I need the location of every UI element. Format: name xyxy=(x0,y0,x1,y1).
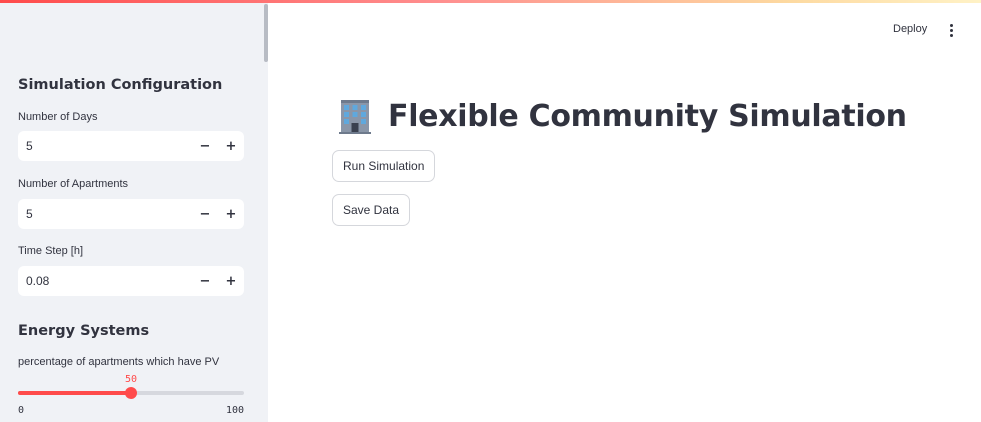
time-step-input[interactable]: 0.08 − + xyxy=(18,266,244,296)
run-simulation-button[interactable]: Run Simulation xyxy=(332,150,436,182)
pv-percentage-label: percentage of apartments which have PV xyxy=(18,356,220,368)
number-of-apartments-input[interactable]: 5 − + xyxy=(18,199,244,229)
number-of-apartments-increment-button[interactable]: + xyxy=(221,204,241,224)
time-step-value[interactable]: 0.08 xyxy=(26,274,49,288)
pv-slider-thumb[interactable] xyxy=(125,387,137,399)
energy-systems-heading: Energy Systems xyxy=(18,323,150,339)
number-of-days-increment-button[interactable]: + xyxy=(221,136,241,156)
pv-slider-track[interactable] xyxy=(18,387,244,399)
save-data-button[interactable]: Save Data xyxy=(332,194,411,226)
page-title-row: Flexible Community Simulation xyxy=(336,96,907,136)
deploy-button[interactable]: Deploy xyxy=(889,21,931,39)
time-step-label: Time Step [h] xyxy=(18,245,84,257)
office-building-icon xyxy=(339,100,371,134)
number-of-days-value[interactable]: 5 xyxy=(26,139,33,153)
top-decoration-bar xyxy=(0,0,981,3)
number-of-days-decrement-button[interactable]: − xyxy=(195,136,215,156)
time-step-decrement-button[interactable]: − xyxy=(195,271,215,291)
number-of-days-input[interactable]: 5 − + xyxy=(18,131,244,161)
simulation-configuration-heading: Simulation Configuration xyxy=(18,77,223,93)
pv-slider-value: 50 xyxy=(124,374,138,385)
sidebar: Simulation Configuration Number of Days … xyxy=(0,0,268,422)
pv-slider-min: 0 xyxy=(18,405,25,416)
page-title: Flexible Community Simulation xyxy=(388,98,907,134)
time-step-increment-button[interactable]: + xyxy=(221,271,241,291)
pv-slider-max: 100 xyxy=(225,405,244,416)
number-of-days-label: Number of Days xyxy=(18,111,98,123)
number-of-apartments-value[interactable]: 5 xyxy=(26,207,33,221)
pv-slider-fill xyxy=(18,391,131,395)
sidebar-scrollbar[interactable] xyxy=(264,4,268,62)
number-of-apartments-decrement-button[interactable]: − xyxy=(195,204,215,224)
kebab-menu-icon[interactable] xyxy=(943,22,959,38)
number-of-apartments-label: Number of Apartments xyxy=(18,178,129,190)
